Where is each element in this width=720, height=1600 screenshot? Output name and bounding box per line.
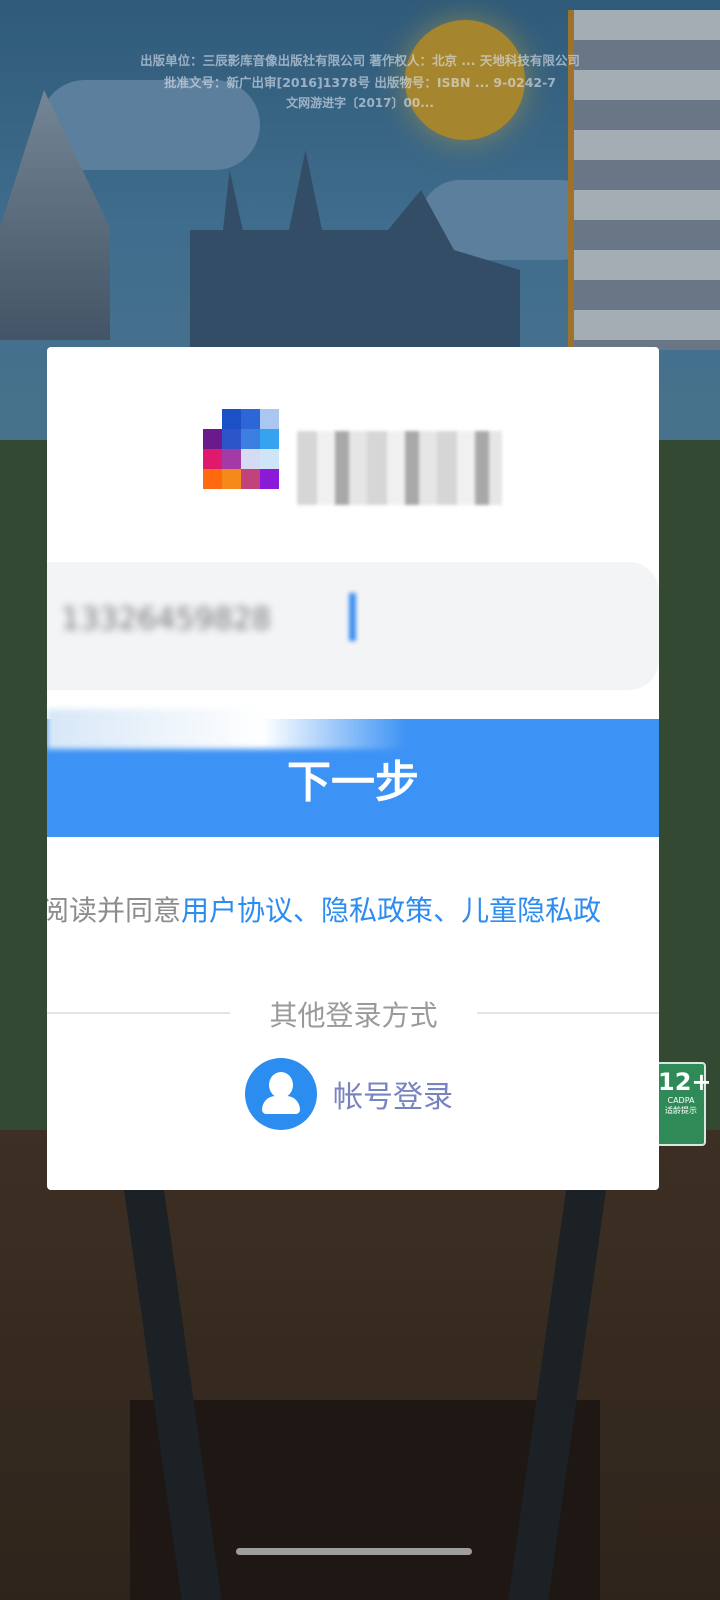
age-rating-label: CADPA [667, 1096, 695, 1105]
other-login-label: 其他登录方式 [269, 999, 438, 1032]
privacy-policy-link[interactable]: 隐私政策 [321, 894, 433, 927]
login-dialog: 13326459828 下一步 阅读并同意用户协议、隐私政策、儿童隐私政 其他登… [47, 347, 659, 1190]
approval-line: 批准文号：新广出审[2016]1378号 出版物号：ISBN ... 9-024… [163, 75, 556, 90]
separator: 、 [293, 894, 322, 927]
license-line: 文网游进字〔2017〕00... [286, 96, 434, 110]
age-rating-note: 适龄提示 [665, 1106, 697, 1115]
publisher-line: 出版单位：三辰影库音像出版社有限公司 著作权人：北京 ... 天地科技有限公司 [140, 53, 580, 68]
age-rating-badge[interactable]: 12+ CADPA 适龄提示 [656, 1062, 712, 1146]
phone-value: 13326459828 [61, 602, 271, 637]
app-logo-icon [203, 409, 279, 489]
blur-artifact [47, 709, 407, 749]
user-icon [245, 1058, 317, 1130]
agreement-prefix: 阅读并同意 [47, 894, 182, 927]
account-login-button[interactable]: 帐号登录 [245, 1057, 453, 1131]
home-indicator[interactable] [236, 1548, 472, 1555]
account-login-label: 帐号登录 [333, 1080, 453, 1115]
divider-line [47, 1012, 230, 1014]
user-agreement-link[interactable]: 用户协议 [181, 894, 293, 927]
separator: 、 [433, 894, 462, 927]
text-caret [349, 593, 356, 641]
agreement-text: 阅读并同意用户协议、隐私政策、儿童隐私政 [47, 889, 659, 929]
other-login-divider: 其他登录方式 [47, 994, 659, 1034]
divider-line [477, 1012, 659, 1014]
age-rating-value: 12+ [658, 1068, 712, 1096]
app-name-redacted [297, 431, 502, 505]
child-privacy-link[interactable]: 儿童隐私政 [461, 894, 601, 927]
